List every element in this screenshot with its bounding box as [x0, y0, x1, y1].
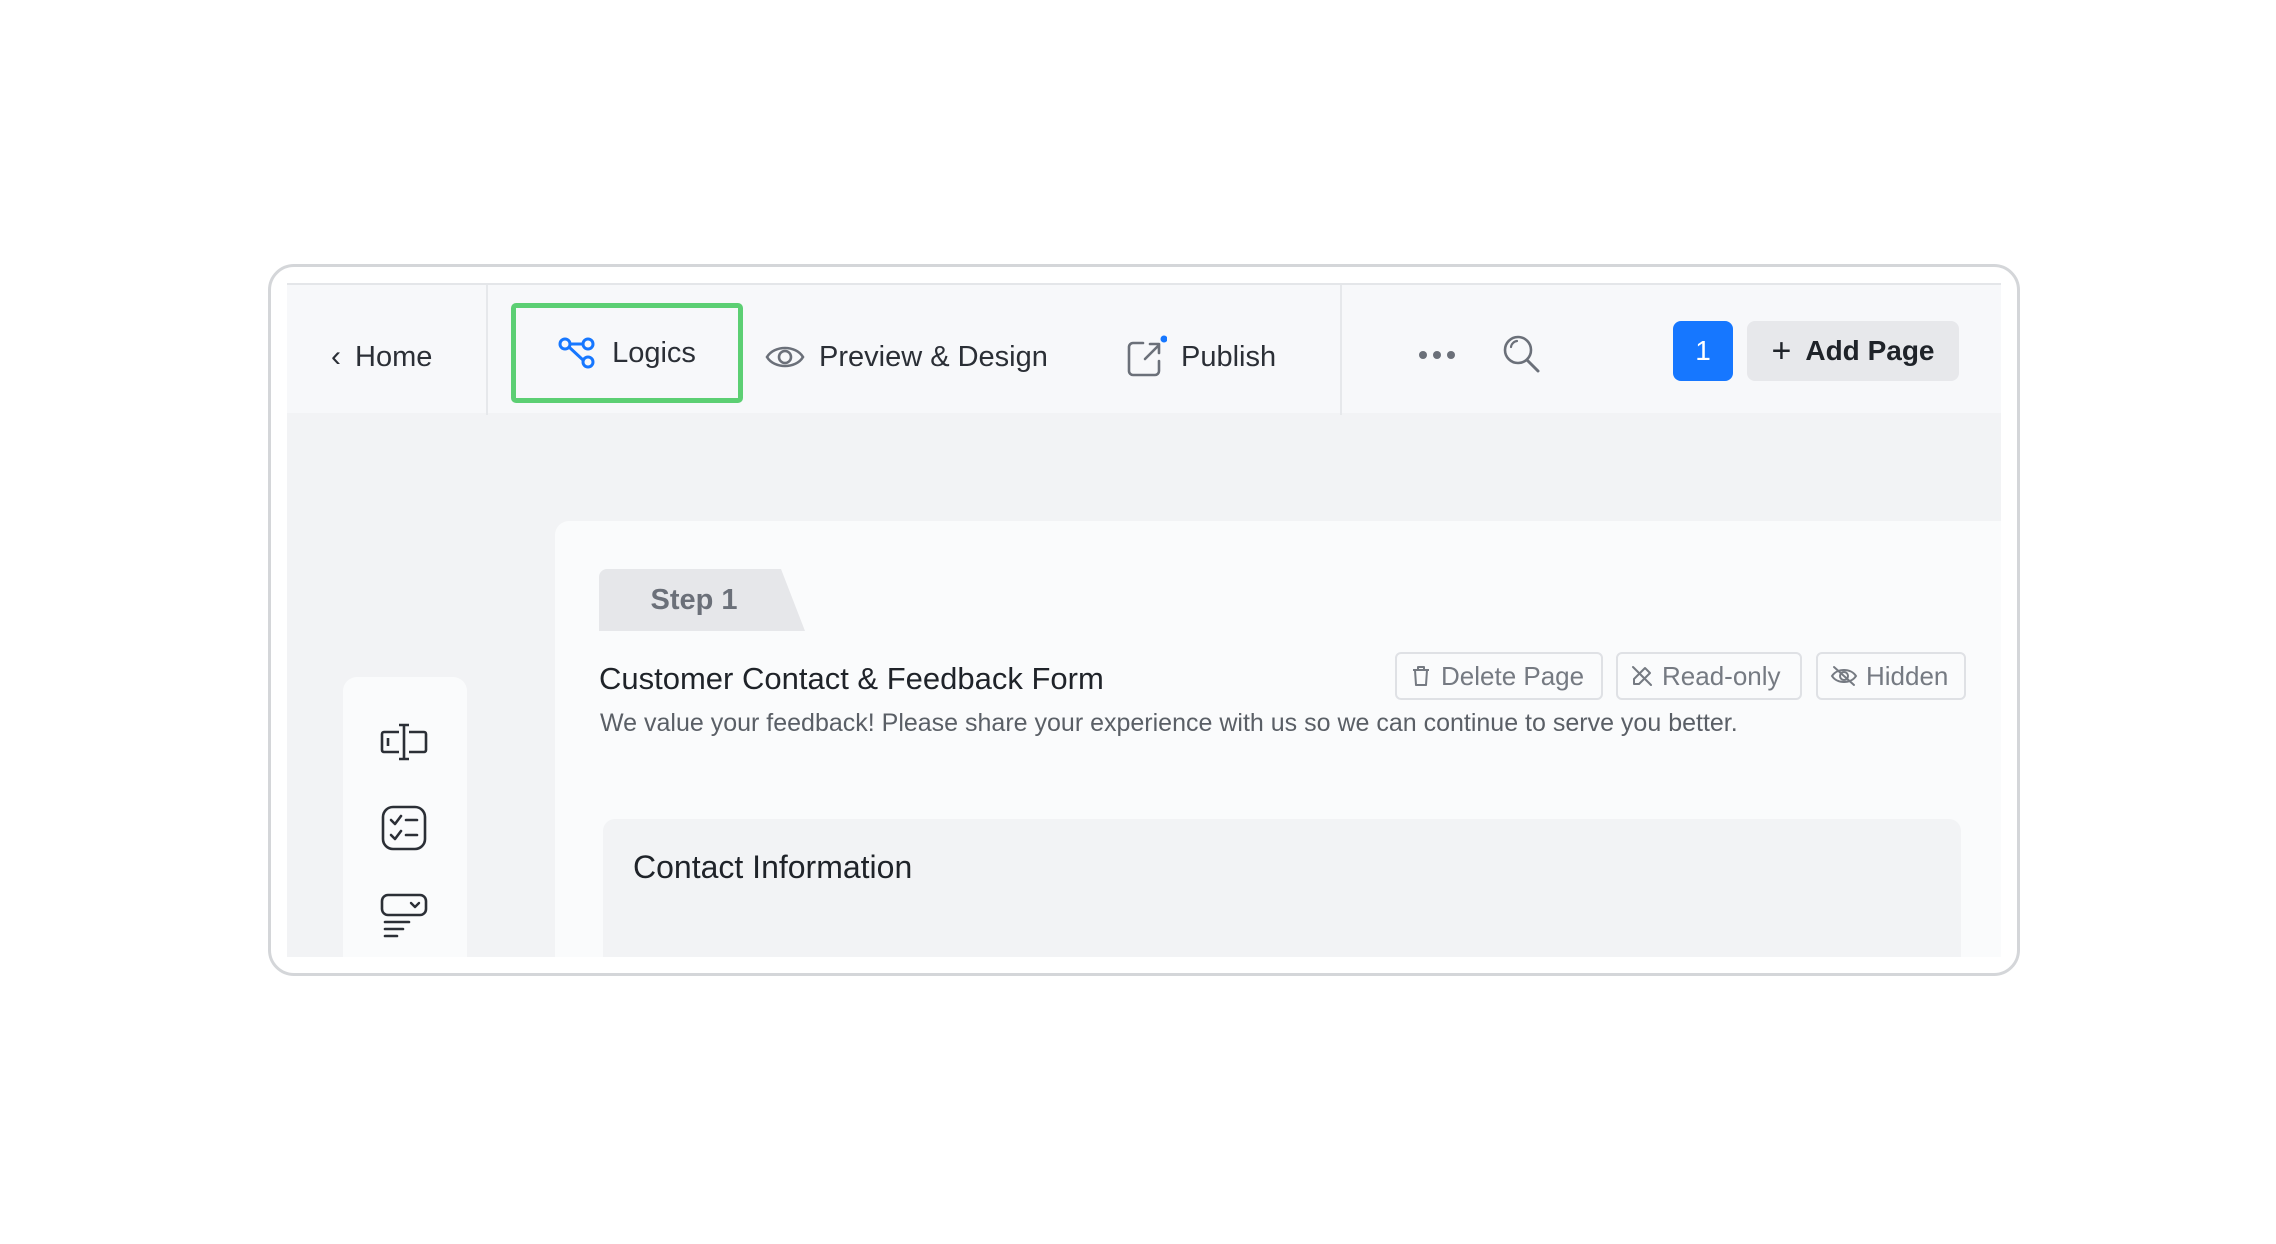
form-description[interactable]: We value your feedback! Please share you…: [600, 709, 1738, 738]
divider: [1340, 285, 1342, 415]
divider: [486, 285, 488, 415]
hidden-label: Hidden: [1866, 660, 1949, 691]
section-title: Contact Information: [633, 849, 913, 885]
chevron-left-icon: ‹: [331, 340, 341, 373]
form-title[interactable]: Customer Contact & Feedback Form: [599, 661, 1104, 697]
add-page-label: Add Page: [1805, 335, 1935, 366]
plus-icon: +: [1771, 332, 1792, 370]
tab-preview-design[interactable]: Preview & Design: [765, 329, 1048, 385]
component-toolbox: [343, 677, 467, 957]
checklist-icon[interactable]: [379, 803, 429, 853]
page-number-badge[interactable]: 1: [1673, 321, 1733, 381]
more-options-icon[interactable]: [1417, 340, 1457, 370]
tab-publish[interactable]: Publish: [1123, 329, 1276, 385]
delete-page-button[interactable]: Delete Page: [1395, 652, 1603, 700]
eye-off-icon: [1830, 666, 1858, 686]
top-toolbar: ‹ Home Logics Preview & Design Publish 1…: [287, 283, 2001, 415]
home-link[interactable]: ‹ Home: [331, 335, 432, 379]
read-only-label: Read-only: [1662, 660, 1781, 691]
editor-area: ‹ Home Logics Preview & Design Publish 1…: [287, 283, 2001, 957]
trash-icon: [1413, 666, 1429, 686]
search-icon[interactable]: [1501, 333, 1541, 377]
text-field-icon[interactable]: [379, 717, 429, 767]
tab-preview-label: Preview & Design: [819, 340, 1048, 373]
page-canvas: Step 1 Customer Contact & Feedback Form …: [555, 521, 2001, 957]
step-tab[interactable]: Step 1: [599, 569, 805, 631]
external-share-icon: [1127, 335, 1167, 377]
edit-off-icon: [1632, 666, 1652, 686]
eye-icon: [765, 346, 805, 368]
hidden-toggle[interactable]: Hidden: [1816, 652, 1966, 700]
home-label: Home: [355, 340, 433, 373]
read-only-toggle[interactable]: Read-only: [1616, 652, 1802, 700]
delete-page-label: Delete Page: [1441, 660, 1585, 691]
add-page-button[interactable]: + Add Page: [1747, 321, 1959, 381]
tab-logics-label: Logics: [612, 336, 696, 369]
dropdown-icon[interactable]: [379, 889, 429, 939]
step-label: Step 1: [650, 583, 738, 616]
contact-section[interactable]: Contact Information: [603, 819, 1961, 957]
logic-flow-icon: [558, 337, 595, 369]
tab-logics[interactable]: Logics: [511, 303, 743, 403]
tab-publish-label: Publish: [1181, 340, 1277, 373]
app-window: ‹ Home Logics Preview & Design Publish 1…: [268, 264, 2020, 976]
